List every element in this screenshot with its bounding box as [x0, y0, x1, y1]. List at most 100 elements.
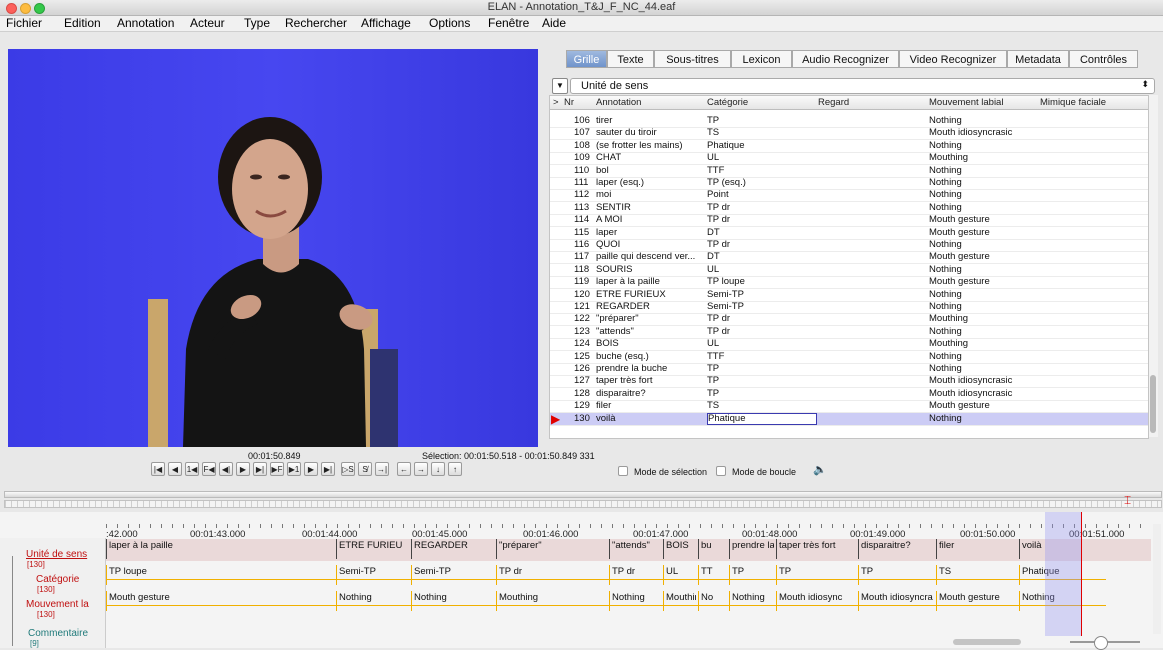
grid-scrollbar[interactable] [1149, 95, 1158, 437]
row-number[interactable]: 124 [574, 338, 594, 350]
timeline-annotation[interactable]: Mouth gesture [109, 592, 334, 603]
menu-aide[interactable]: Aide [542, 16, 566, 31]
grid-row[interactable]: 129 filer TS Mouth gesture [550, 400, 1148, 414]
timeline-viewer[interactable]: :42.000 00:01:43.000 00:01:44.000 00:01:… [0, 512, 1163, 650]
menu-options[interactable]: Options [429, 16, 470, 31]
step-back-button[interactable]: ◀| [219, 462, 233, 476]
timeline-annotation[interactable]: TP loupe [109, 566, 334, 577]
row-number[interactable]: 121 [574, 301, 594, 313]
row-mouvement-labial[interactable]: Nothing [929, 115, 1037, 127]
timeline-annotation[interactable]: TP [779, 566, 856, 577]
menu-acteur[interactable]: Acteur [190, 16, 225, 31]
timeline-annotation[interactable]: Nothing [339, 592, 409, 603]
timeline-annotation[interactable]: Mouth idiosyncra [861, 592, 934, 603]
row-number[interactable]: 129 [574, 400, 594, 412]
grid-row[interactable]: 114 A MOI TP dr Mouth gesture [550, 214, 1148, 228]
timeline-annotation[interactable]: BOIS [666, 540, 696, 551]
grid-row[interactable]: 113 SENTIR TP dr Nothing [550, 202, 1148, 215]
timeline-annotation[interactable]: Mouthing [499, 592, 607, 603]
menu-rechercher[interactable]: Rechercher [285, 16, 347, 31]
row-number[interactable]: 127 [574, 375, 594, 387]
row-categorie[interactable]: TTF [707, 165, 815, 177]
row-mouvement-labial[interactable]: Mouth gesture [929, 251, 1037, 263]
previous-annotation-button[interactable]: ← [397, 462, 411, 476]
grid-row[interactable]: 127 taper très fort TP Mouth idiosyncrasic [550, 375, 1148, 389]
grid-scroll-thumb[interactable] [1150, 375, 1156, 433]
grid-row[interactable]: 108 (se frotter les mains) Phatique Nothing [550, 140, 1148, 153]
zoom-window-button[interactable] [34, 3, 45, 14]
timeline-annotation[interactable]: disparaitre? [861, 540, 934, 551]
grid-row[interactable]: 117 paille qui descend ver... DT Mouth gest… [550, 251, 1148, 265]
row-annotation[interactable]: buche (esq.) [596, 351, 704, 363]
row-annotation[interactable]: QUOI [596, 239, 704, 251]
tab-grille[interactable]: Grille [566, 50, 607, 68]
tab-lexicon[interactable]: Lexicon [731, 50, 792, 68]
row-number[interactable]: 112 [574, 189, 594, 201]
row-categorie[interactable]: Point [707, 189, 815, 201]
menu-fenetre[interactable]: Fenêtre [488, 16, 529, 31]
timeline-annotation[interactable]: REGARDER [414, 540, 494, 551]
timeline-annotation[interactable]: TP dr [499, 566, 607, 577]
row-mouvement-labial[interactable]: Mouthing [929, 338, 1037, 350]
tier-row-commentaire[interactable] [106, 617, 1151, 639]
row-annotation[interactable]: laper (esq.) [596, 177, 704, 189]
row-mouvement-labial[interactable]: Nothing [929, 165, 1037, 177]
row-categorie[interactable]: UL [707, 264, 815, 276]
timeline-annotation[interactable]: Mouth gesture [939, 592, 1017, 603]
row-mouvement-labial[interactable]: Nothing [929, 326, 1037, 338]
timeline-annotation[interactable]: Mouth idiosync [779, 592, 856, 603]
row-annotation[interactable]: laper [596, 227, 704, 239]
timeline-annotation[interactable]: Nothing [732, 592, 774, 603]
timeline-annotation[interactable]: Semi-TP [414, 566, 494, 577]
col-annotation[interactable]: Annotation [596, 96, 641, 109]
grid-row[interactable]: 128 disparaitre? TP Mouth idiosyncrasic [550, 388, 1148, 401]
timeline-annotation[interactable]: laper à la paille [109, 540, 334, 551]
row-categorie[interactable]: TP [707, 115, 815, 127]
row-mouvement-labial[interactable]: Nothing [929, 363, 1037, 375]
row-categorie[interactable]: TTF [707, 351, 815, 363]
timeline-annotation[interactable]: ETRE FURIEU [339, 540, 409, 551]
row-annotation[interactable]: paille qui descend ver... [596, 251, 704, 263]
col-categorie[interactable]: Catégorie [707, 96, 748, 109]
selection-end-button[interactable]: →| [375, 462, 389, 476]
menu-affichage[interactable]: Affichage [361, 16, 411, 31]
grid-row[interactable]: 107 sauter du tiroir TS Mouth idiosyncrasic [550, 127, 1148, 141]
row-annotation[interactable]: sauter du tiroir [596, 127, 704, 139]
col-mimique-faciale[interactable]: Mimique faciale [1040, 96, 1106, 109]
row-mouvement-labial[interactable]: Mouthing [929, 313, 1037, 325]
col-mouvement-labial[interactable]: Mouvement labial [929, 96, 1003, 109]
row-annotation[interactable]: disparaitre? [596, 388, 704, 400]
row-mouvement-labial[interactable]: Mouthing [929, 152, 1037, 164]
row-number[interactable]: 106 [574, 115, 594, 127]
timeline-annotation[interactable]: Nothing [414, 592, 494, 603]
grid-row[interactable]: 110 bol TTF Nothing [550, 165, 1148, 178]
row-number[interactable]: 109 [574, 152, 594, 164]
row-mouvement-labial[interactable]: Nothing [929, 177, 1037, 189]
timeline-annotation[interactable]: Mouthin [666, 592, 696, 603]
grid-row[interactable]: 130 voilà Phatique Nothing ▶ [550, 412, 1148, 426]
row-annotation[interactable]: prendre la buche [596, 363, 704, 375]
grid-row[interactable]: 106 tirer TP Nothing [550, 115, 1148, 128]
col-arrow[interactable]: > [553, 96, 559, 109]
row-categorie[interactable]: UL [707, 152, 815, 164]
timeline-annotation[interactable]: No [701, 592, 727, 603]
tier-row-mouvement-labial[interactable]: Mouth gesture Nothing Nothing Mouthing Nothi… [106, 591, 1151, 613]
tier-down-button[interactable]: ↓ [431, 462, 445, 476]
row-number[interactable]: 114 [574, 214, 594, 226]
row-number[interactable]: 118 [574, 264, 594, 276]
tab-controles[interactable]: Contrôles [1069, 50, 1138, 68]
timeline-annotation[interactable]: UL [666, 566, 696, 577]
row-annotation[interactable]: bol [596, 165, 704, 177]
row-annotation[interactable]: "préparer" [596, 313, 704, 325]
signal-overview[interactable] [4, 500, 1162, 508]
timeline-annotation[interactable]: filer [939, 540, 1017, 551]
grid-row[interactable]: 124 BOIS UL Mouthing [550, 338, 1148, 352]
row-mouvement-labial[interactable]: Nothing [929, 351, 1037, 363]
loop-mode-checkbox[interactable] [716, 466, 726, 476]
tab-video-recognizer[interactable]: Video Recognizer [899, 50, 1007, 68]
row-number[interactable]: 110 [574, 165, 594, 177]
row-categorie[interactable]: Semi-TP [707, 289, 815, 301]
row-annotation[interactable]: "attends" [596, 326, 704, 338]
menu-type[interactable]: Type [244, 16, 270, 31]
row-number[interactable]: 122 [574, 313, 594, 325]
